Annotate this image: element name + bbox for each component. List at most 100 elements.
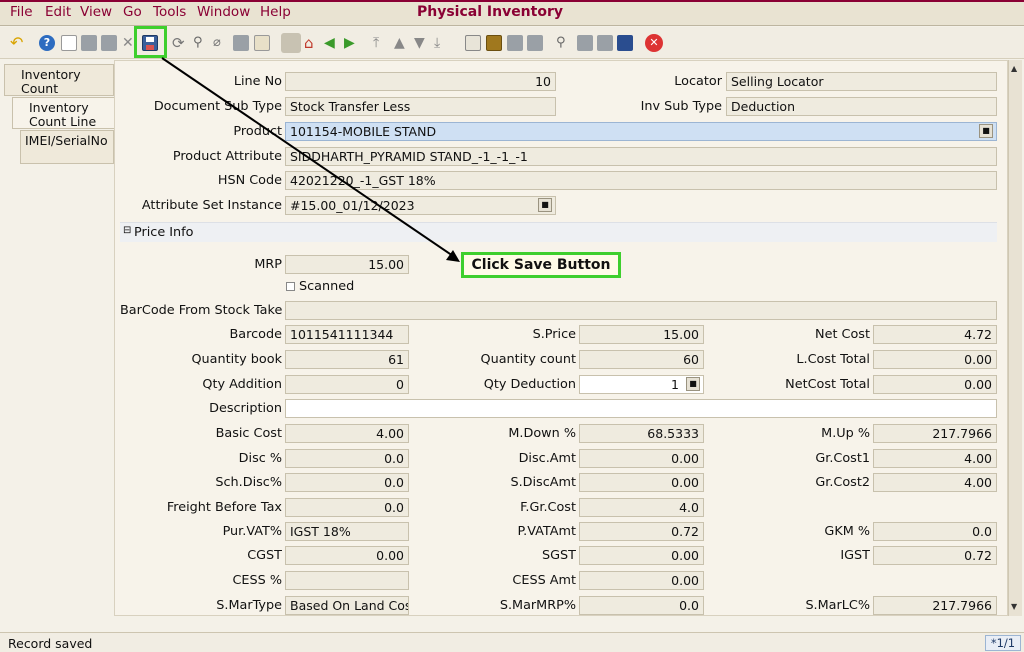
first-record-icon[interactable]: ⤒ xyxy=(373,35,389,51)
scanned-checkbox[interactable] xyxy=(286,282,295,291)
sch-disc-field[interactable]: 0.0 xyxy=(285,473,409,492)
tab-label: IMEI/SerialNo xyxy=(25,133,108,148)
m-down-field[interactable]: 68.5333 xyxy=(579,424,704,443)
archive-icon[interactable] xyxy=(486,35,502,51)
quantity-count-field[interactable]: 60 xyxy=(579,350,704,369)
menu-edit[interactable]: Edit xyxy=(45,4,71,20)
gr-cost2-field[interactable]: 4.00 xyxy=(873,473,997,492)
gkm-field[interactable]: 0.0 xyxy=(873,522,997,541)
vertical-scrollbar[interactable]: ▲ ▼ xyxy=(1008,60,1022,616)
pur-vat-field[interactable]: IGST 18% xyxy=(285,522,409,541)
s-disc-amt-field[interactable]: 0.00 xyxy=(579,473,704,492)
gr-cost1-field[interactable]: 4.00 xyxy=(873,449,997,468)
freight-field[interactable]: 0.0 xyxy=(285,498,409,517)
attribute-set-lookup-icon[interactable]: ■ xyxy=(538,198,552,212)
scroll-up-icon[interactable]: ▲ xyxy=(1011,64,1017,73)
undo-icon[interactable]: ↶ xyxy=(10,35,26,51)
next-record-icon[interactable]: ▼ xyxy=(414,35,430,51)
product-lookup-icon[interactable]: ■ xyxy=(979,124,993,138)
inv-sub-type-field[interactable]: Deduction xyxy=(726,97,997,116)
s-mar-mrp-field[interactable]: 0.0 xyxy=(579,596,704,615)
menu-tools[interactable]: Tools xyxy=(153,4,186,20)
menu-go[interactable]: Go xyxy=(123,4,142,20)
tab-inventory-count[interactable]: Inventory Count xyxy=(4,64,114,96)
net-cost-label: Net Cost xyxy=(815,327,870,342)
cess-pct-field[interactable] xyxy=(285,571,409,590)
copy-record-icon[interactable] xyxy=(81,35,97,51)
netcost-total-field[interactable]: 0.00 xyxy=(873,375,997,394)
related-records-icon[interactable] xyxy=(577,35,593,51)
calculator-icon[interactable]: ■ xyxy=(686,377,700,391)
netcost-total-label: NetCost Total xyxy=(785,377,870,392)
menu-file[interactable]: File xyxy=(10,4,33,20)
s-mar-lc-field[interactable]: 217.7966 xyxy=(873,596,997,615)
print-preview-icon[interactable] xyxy=(507,35,523,51)
menu-window[interactable]: Window xyxy=(197,4,250,20)
collapse-icon[interactable]: ⊟ xyxy=(123,225,131,236)
basic-cost-field[interactable]: 4.00 xyxy=(285,424,409,443)
report-icon[interactable] xyxy=(465,35,481,51)
chat-icon[interactable] xyxy=(233,35,249,51)
find-icon[interactable]: ⚲ xyxy=(193,35,209,51)
quantity-book-field[interactable]: 61 xyxy=(285,350,409,369)
sgst-field[interactable]: 0.00 xyxy=(579,546,704,565)
print-icon[interactable] xyxy=(527,35,543,51)
menu-help[interactable]: Help xyxy=(260,4,291,20)
basic-cost-label: Basic Cost xyxy=(215,426,282,441)
home-icon[interactable]: ⌂ xyxy=(304,35,320,51)
disc-amt-field[interactable]: 0.00 xyxy=(579,449,704,468)
locator-field[interactable]: Selling Locator xyxy=(726,72,997,91)
cgst-field[interactable]: 0.00 xyxy=(285,546,409,565)
disc-amt-label: Disc.Amt xyxy=(518,451,576,466)
qty-addition-field[interactable]: 0 xyxy=(285,375,409,394)
barcode-label: Barcode xyxy=(229,327,282,342)
menu-view[interactable]: View xyxy=(80,4,112,20)
tab-inventory-count-line[interactable]: Inventory Count Line xyxy=(12,97,114,129)
detail-record-icon[interactable]: ▶ xyxy=(344,35,360,51)
close-window-icon[interactable]: ✕ xyxy=(645,34,663,52)
description-field[interactable] xyxy=(285,399,997,418)
previous-record-icon[interactable]: ▲ xyxy=(394,35,410,51)
scanned-label: Scanned xyxy=(299,279,355,294)
f-gr-cost-field[interactable]: 4.0 xyxy=(579,498,704,517)
s-mar-type-field[interactable]: Based On Land Cost xyxy=(285,596,409,615)
barcode-field[interactable]: 1011541111344 xyxy=(285,325,409,344)
history-icon[interactable] xyxy=(254,35,270,51)
tab-imei-serialno[interactable]: IMEI/SerialNo xyxy=(20,130,114,164)
net-cost-field[interactable]: 4.72 xyxy=(873,325,997,344)
gr-cost2-label: Gr.Cost2 xyxy=(815,475,870,490)
p-vat-amt-field[interactable]: 0.72 xyxy=(579,522,704,541)
scroll-down-icon[interactable]: ▼ xyxy=(1011,602,1017,611)
attachment-icon[interactable]: ⌀ xyxy=(213,35,229,51)
inv-sub-type-label: Inv Sub Type xyxy=(640,99,722,114)
product-info-icon[interactable] xyxy=(617,35,633,51)
s-mar-type-label: S.MarType xyxy=(216,598,282,613)
freight-label: Freight Before Tax xyxy=(166,500,282,515)
sch-disc-label: Sch.Disc% xyxy=(215,475,282,490)
record-count[interactable]: *1/1 xyxy=(985,635,1021,651)
pur-vat-label: Pur.VAT% xyxy=(222,524,282,539)
tab-label: Inventory Count xyxy=(21,67,81,96)
qty-addition-label: Qty Addition xyxy=(202,377,282,392)
workflow-icon[interactable] xyxy=(597,35,613,51)
description-label: Description xyxy=(209,401,282,416)
barcode-from-stock-take-field[interactable] xyxy=(285,301,997,320)
s-price-label: S.Price xyxy=(532,327,576,342)
igst-field[interactable]: 0.72 xyxy=(873,546,997,565)
gr-cost1-label: Gr.Cost1 xyxy=(815,451,870,466)
zoom-across-icon[interactable]: ⚲ xyxy=(556,35,572,51)
delete-record-icon[interactable] xyxy=(101,35,117,51)
l-cost-total-field[interactable]: 0.00 xyxy=(873,350,997,369)
status-message: Record saved xyxy=(8,636,93,651)
new-record-icon[interactable] xyxy=(61,35,77,51)
qty-deduction-label: Qty Deduction xyxy=(483,377,576,392)
quantity-book-label: Quantity book xyxy=(191,352,282,367)
help-icon[interactable]: ? xyxy=(39,35,55,51)
s-price-field[interactable]: 15.00 xyxy=(579,325,704,344)
refresh-icon[interactable]: ⟳ xyxy=(172,35,188,51)
last-record-icon[interactable]: ⤓ xyxy=(434,35,450,51)
disc-pct-field[interactable]: 0.0 xyxy=(285,449,409,468)
m-up-field[interactable]: 217.7966 xyxy=(873,424,997,443)
cess-amt-field[interactable]: 0.00 xyxy=(579,571,704,590)
parent-record-icon[interactable]: ◀ xyxy=(324,35,340,51)
